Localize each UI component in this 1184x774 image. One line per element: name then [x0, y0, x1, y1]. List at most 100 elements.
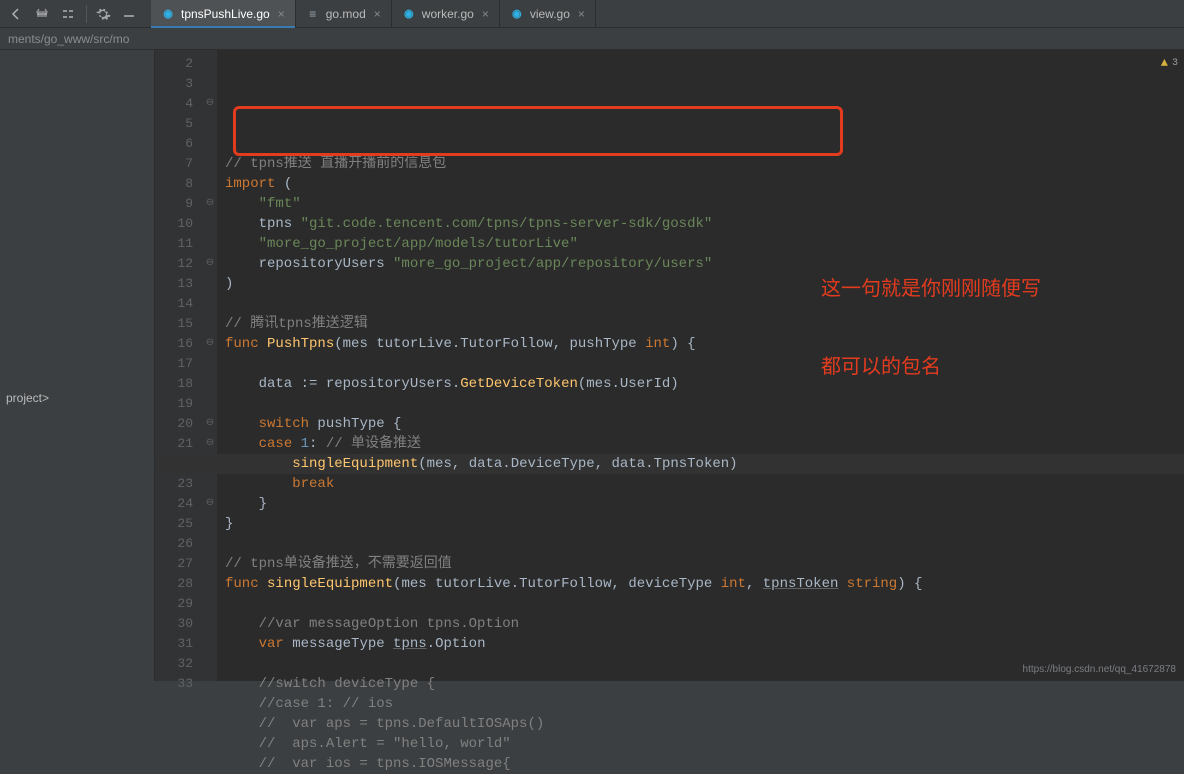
code-line[interactable]: // var ios = tpns.IOSMessage{ — [225, 754, 1176, 774]
code-line[interactable] — [225, 134, 1176, 154]
line-number[interactable]: 17 — [159, 354, 193, 374]
code-line[interactable]: // 腾讯tpns推送逻辑 — [225, 314, 1176, 334]
line-number[interactable]: 32 — [159, 654, 193, 674]
line-number[interactable]: 7 — [159, 154, 193, 174]
line-number[interactable]: 2 — [159, 54, 193, 74]
fold-marker[interactable]: ⊖ — [203, 194, 217, 214]
line-number[interactable]: 13 — [159, 274, 193, 294]
code-line[interactable]: break — [225, 474, 1176, 494]
fold-marker — [203, 614, 217, 634]
line-number[interactable]: 26 — [159, 534, 193, 554]
fold-marker[interactable]: ⊖ — [203, 414, 217, 434]
line-number[interactable]: 31 — [159, 634, 193, 654]
tab-tpnsPushLive-go[interactable]: ◉tpnsPushLive.go× — [151, 0, 296, 28]
line-number[interactable]: 10 — [159, 214, 193, 234]
code-line[interactable]: switch pushType { — [225, 414, 1176, 434]
editor-tabs: ◉tpnsPushLive.go×≡go.mod×◉worker.go×◉vie… — [151, 0, 596, 28]
code-line[interactable] — [225, 294, 1176, 314]
tab-go-mod[interactable]: ≡go.mod× — [296, 0, 392, 28]
code-area[interactable]: 这一句就是你刚刚随便写 都可以的包名 // tpns推送 直播开播前的信息包im… — [217, 50, 1184, 681]
code-line[interactable]: // tpns单设备推送，不需要返回值 — [225, 554, 1176, 574]
code-line[interactable]: import ( — [225, 174, 1176, 194]
line-number[interactable]: 27 — [159, 554, 193, 574]
close-icon[interactable]: × — [374, 7, 381, 21]
code-line[interactable] — [225, 394, 1176, 414]
tab-view-go[interactable]: ◉view.go× — [500, 0, 596, 28]
line-number[interactable]: 23 — [159, 474, 193, 494]
line-number[interactable]: 14 — [159, 294, 193, 314]
line-number[interactable]: 25 — [159, 514, 193, 534]
line-number[interactable]: 29 — [159, 594, 193, 614]
gear-icon[interactable] — [91, 2, 115, 26]
line-number[interactable]: 11 — [159, 234, 193, 254]
fold-marker[interactable]: ⊖ — [203, 494, 217, 514]
editor[interactable]: 2345678910111213141516171819202122232425… — [155, 50, 1184, 681]
code-line[interactable]: singleEquipment(mes, data.DeviceType, da… — [225, 454, 1176, 474]
code-line[interactable]: data := repositoryUsers.GetDeviceToken(m… — [225, 374, 1176, 394]
fold-marker — [203, 274, 217, 294]
fold-marker — [203, 74, 217, 94]
code-line[interactable]: func singleEquipment(mes tutorLive.Tutor… — [225, 574, 1176, 594]
code-line[interactable]: //var messageOption tpns.Option — [225, 614, 1176, 634]
tab-label: view.go — [530, 7, 570, 21]
line-number[interactable]: 30 — [159, 614, 193, 634]
line-number[interactable]: 8 — [159, 174, 193, 194]
line-number[interactable]: 5 — [159, 114, 193, 134]
code-line[interactable] — [225, 534, 1176, 554]
minimap[interactable] — [1174, 80, 1182, 320]
code-line[interactable]: var messageType tpns.Option — [225, 634, 1176, 654]
fold-marker[interactable]: ⊖ — [203, 254, 217, 274]
line-number[interactable]: 9 — [159, 194, 193, 214]
code-line[interactable] — [225, 594, 1176, 614]
line-number[interactable]: 3 — [159, 74, 193, 94]
fold-marker[interactable]: ⊖ — [203, 94, 217, 114]
line-number[interactable]: 18 — [159, 374, 193, 394]
code-line[interactable]: ) — [225, 274, 1176, 294]
minimize-icon[interactable] — [117, 2, 141, 26]
close-icon[interactable]: × — [578, 7, 585, 21]
close-icon[interactable]: × — [278, 7, 285, 21]
expand-icon[interactable] — [30, 2, 54, 26]
code-line[interactable]: // tpns推送 直播开播前的信息包 — [225, 154, 1176, 174]
settings-split-icon[interactable] — [56, 2, 80, 26]
code-line[interactable]: func PushTpns(mes tutorLive.TutorFollow,… — [225, 334, 1176, 354]
line-number[interactable]: 21 — [159, 434, 193, 454]
fold-marker — [203, 154, 217, 174]
fold-marker — [203, 214, 217, 234]
line-number[interactable]: 24 — [159, 494, 193, 514]
code-line[interactable]: // aps.Alert = "hello, world" — [225, 734, 1176, 754]
code-line[interactable]: case 1: // 单设备推送 — [225, 434, 1176, 454]
code-line[interactable]: } — [225, 514, 1176, 534]
line-number[interactable]: 28 — [159, 574, 193, 594]
line-number[interactable]: 19 — [159, 394, 193, 414]
code-line[interactable] — [225, 354, 1176, 374]
line-number[interactable]: 22 — [159, 454, 193, 474]
line-number[interactable]: 16 — [159, 334, 193, 354]
fold-marker — [203, 354, 217, 374]
close-icon[interactable]: × — [482, 7, 489, 21]
code-line[interactable]: } — [225, 494, 1176, 514]
line-number[interactable]: 12 — [159, 254, 193, 274]
code-line[interactable]: //switch deviceType { — [225, 674, 1176, 694]
tab-worker-go[interactable]: ◉worker.go× — [392, 0, 500, 28]
fold-gutter[interactable]: ⊖⊖⊖⊖⊖⊖⊖ — [203, 50, 217, 681]
project-sidebar[interactable]: project> — [0, 50, 155, 681]
line-number[interactable]: 6 — [159, 134, 193, 154]
inspection-badge[interactable]: ▲ 3 — [1161, 56, 1178, 70]
code-line[interactable]: "fmt" — [225, 194, 1176, 214]
fold-marker[interactable]: ⊖ — [203, 334, 217, 354]
code-line[interactable]: // var aps = tpns.DefaultIOSAps() — [225, 714, 1176, 734]
line-number[interactable]: 4 — [159, 94, 193, 114]
code-line[interactable]: repositoryUsers "more_go_project/app/rep… — [225, 254, 1176, 274]
line-number[interactable]: 33 — [159, 674, 193, 694]
line-number[interactable]: 20 — [159, 414, 193, 434]
fold-marker — [203, 454, 217, 474]
fold-marker[interactable]: ⊖ — [203, 434, 217, 454]
line-number-gutter[interactable]: 2345678910111213141516171819202122232425… — [155, 50, 203, 681]
code-line[interactable]: tpns "git.code.tencent.com/tpns/tpns-ser… — [225, 214, 1176, 234]
back-icon[interactable] — [4, 2, 28, 26]
line-number[interactable]: 15 — [159, 314, 193, 334]
code-line[interactable]: //case 1: // ios — [225, 694, 1176, 714]
warning-count: 3 — [1172, 58, 1178, 69]
code-line[interactable]: "more_go_project/app/models/tutorLive" — [225, 234, 1176, 254]
